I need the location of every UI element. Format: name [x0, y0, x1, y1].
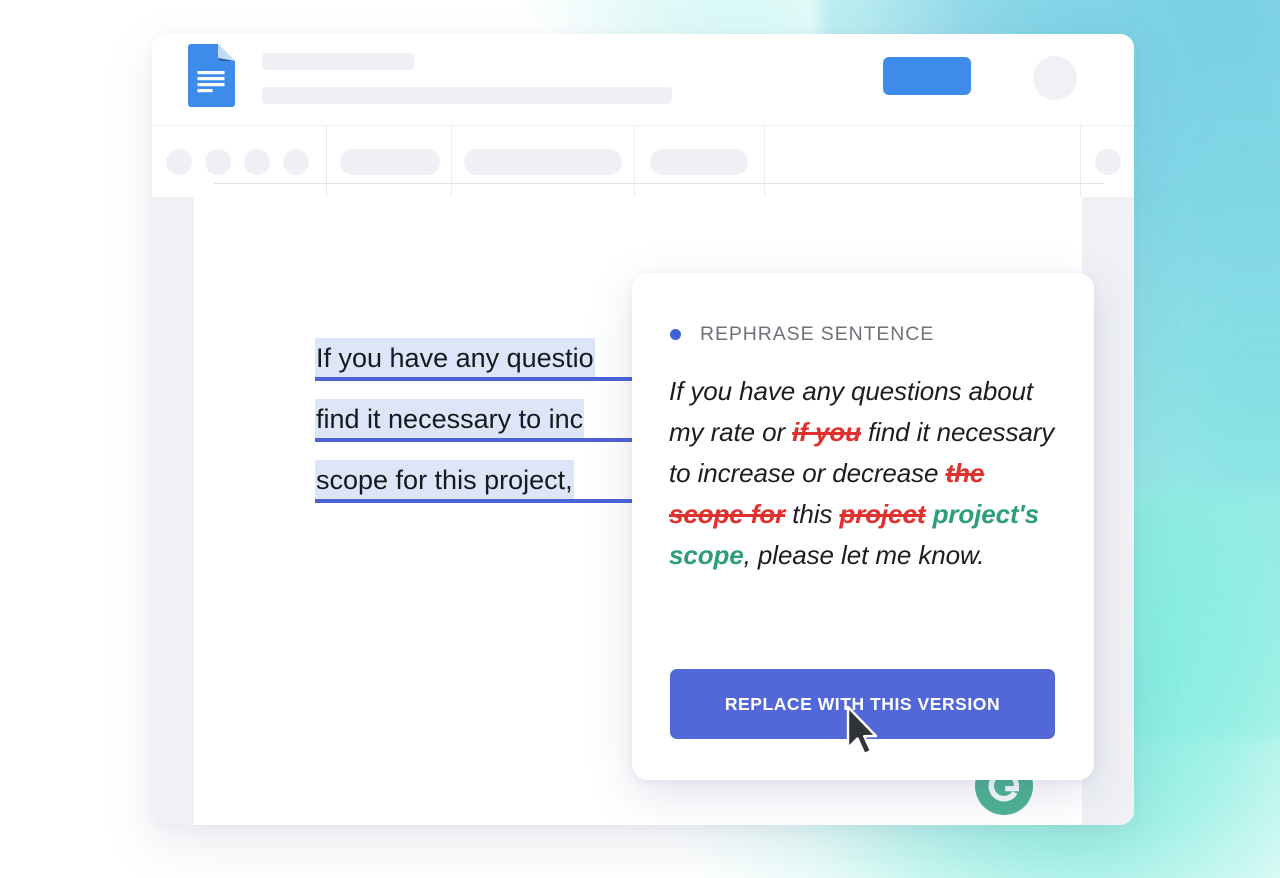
highlighted-sentence[interactable]: If you have any questio find it necessar… — [315, 338, 655, 521]
document-title-placeholder[interactable] — [262, 53, 414, 70]
toolbar-divider — [326, 126, 327, 197]
suggestion-category-label: REPHRASE SENTENCE — [700, 323, 935, 345]
rephrase-suggestion-card: REPHRASE SENTENCE If you have any questi… — [632, 273, 1094, 780]
toolbar-icon-spelling[interactable] — [283, 149, 309, 175]
document-ruler — [214, 183, 1104, 184]
toolbar-icon-redo[interactable] — [205, 149, 231, 175]
document-line[interactable]: scope for this project, — [315, 460, 655, 503]
toolbar-overflow-icon[interactable] — [1095, 149, 1121, 175]
toolbar-icon-print[interactable] — [244, 149, 270, 175]
sentence-part-deleted: project — [839, 499, 926, 529]
document-line-text: find it necessary to inc — [315, 399, 585, 439]
sentence-part-normal: this — [785, 499, 840, 529]
document-line-text: If you have any questio — [315, 338, 595, 378]
toolbar-zoom-select[interactable] — [340, 149, 440, 175]
replace-with-this-version-button[interactable]: REPLACE WITH THIS VERSION — [670, 669, 1055, 739]
sentence-part-normal: , please let me know. — [743, 540, 985, 570]
sentence-part-deleted: if you — [792, 417, 861, 447]
screenshot-root: If you have any questio find it necessar… — [0, 0, 1280, 878]
suggestion-sentence: If you have any questions about my rate … — [669, 371, 1061, 576]
suggestion-type-dot-icon — [670, 329, 681, 340]
document-line-text: scope for this project, — [315, 460, 574, 500]
document-line[interactable]: find it necessary to inc — [315, 399, 655, 442]
card-header: REPHRASE SENTENCE — [670, 323, 934, 346]
docs-toolbar — [152, 125, 1134, 197]
toolbar-divider — [764, 126, 765, 197]
toolbar-divider — [1080, 126, 1081, 197]
avatar[interactable] — [1033, 56, 1077, 100]
sentence-part-space — [925, 499, 932, 529]
toolbar-divider — [634, 126, 635, 197]
docs-header — [152, 34, 1134, 125]
toolbar-divider — [451, 126, 452, 197]
menu-bar-placeholder[interactable] — [262, 87, 672, 104]
document-line[interactable]: If you have any questio — [315, 338, 655, 381]
toolbar-style-select[interactable] — [464, 149, 622, 175]
toolbar-font-select[interactable] — [650, 149, 748, 175]
google-docs-file-icon — [188, 44, 235, 107]
toolbar-icon-undo[interactable] — [166, 149, 192, 175]
share-button[interactable] — [883, 57, 971, 95]
